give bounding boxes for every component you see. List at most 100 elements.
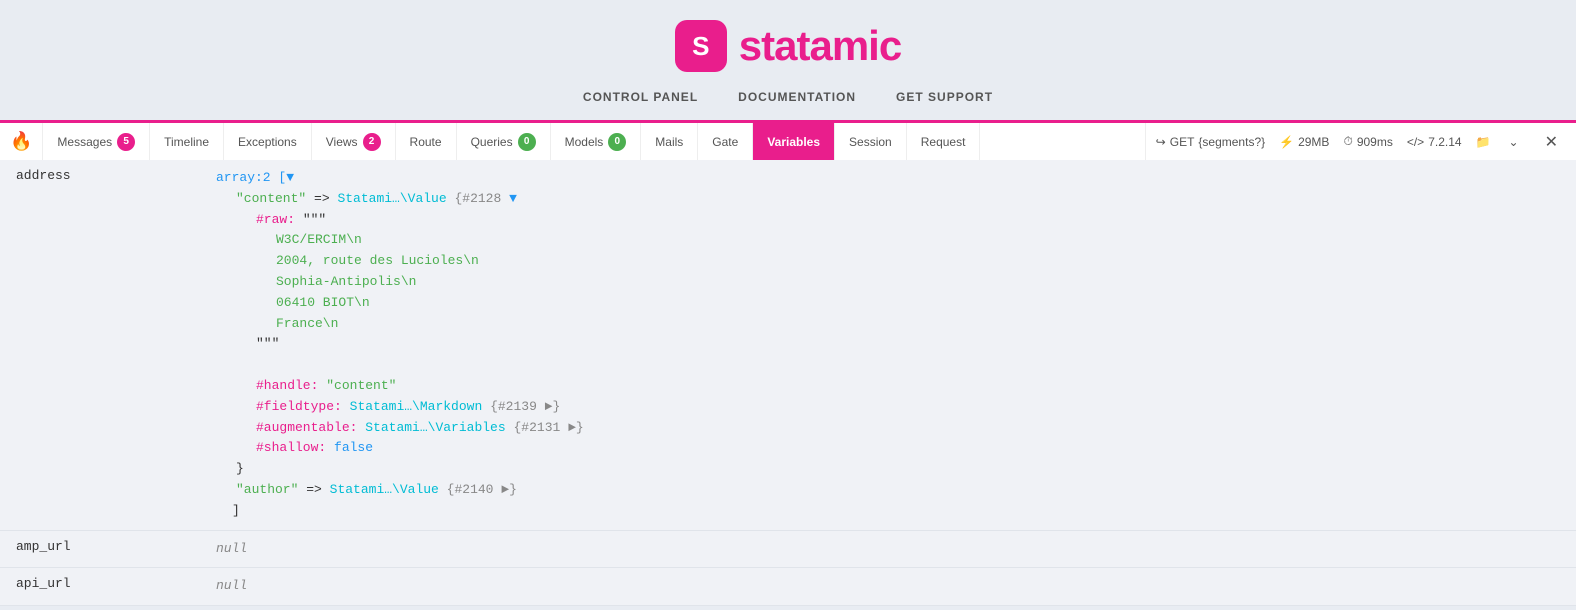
tab-route[interactable]: Route xyxy=(396,123,457,160)
raw-line-4: 06410 BIOT\n xyxy=(276,293,1560,314)
debugbar-right: ↪ GET {segments?} ⚡ 29MB ⏱ 909ms </> 7.2… xyxy=(1145,123,1576,160)
tab-mails[interactable]: Mails xyxy=(641,123,698,160)
fire-icon: 🔥 xyxy=(10,131,32,152)
content-area: address array:2 [▼ "content" => Statami…… xyxy=(0,160,1576,606)
augmentable-label: #augmentable: xyxy=(256,420,357,435)
author-id: {#2140 ►} xyxy=(447,482,517,497)
tab-request-label: Request xyxy=(921,135,966,149)
content-key: "content" xyxy=(236,191,306,206)
tab-views[interactable]: Views 2 xyxy=(312,123,396,160)
content-id: {#2128 xyxy=(454,191,509,206)
logo-icon: S xyxy=(675,20,727,72)
table-row: api_url null xyxy=(0,568,1576,606)
shallow-value: false xyxy=(334,440,373,455)
raw-open: """ xyxy=(303,212,326,227)
time-value: 909ms xyxy=(1357,135,1393,149)
version-info: </> 7.2.14 xyxy=(1407,135,1462,149)
top-nav: CONTROL PANEL DOCUMENTATION GET SUPPORT xyxy=(583,90,993,104)
logo-area: S statamic xyxy=(675,20,901,72)
table-row: amp_url null xyxy=(0,530,1576,568)
author-line: "author" => Statami…\Value {#2140 ►} xyxy=(236,480,1560,501)
tab-messages[interactable]: Messages 5 xyxy=(43,123,150,160)
folder-button[interactable]: 📁 xyxy=(1476,135,1491,149)
tab-gate[interactable]: Gate xyxy=(698,123,753,160)
tab-queries-label: Queries xyxy=(471,135,513,149)
tab-variables-label: Variables xyxy=(767,135,820,149)
author-key: "author" xyxy=(236,482,298,497)
array-close: ] xyxy=(232,501,1560,522)
tab-views-badge: 2 xyxy=(363,133,381,151)
collapse-button[interactable]: ⌄ xyxy=(1505,135,1523,149)
nav-control-panel[interactable]: CONTROL PANEL xyxy=(583,90,698,104)
handle-line: #handle: "content" xyxy=(256,376,1560,397)
nav-get-support[interactable]: GET SUPPORT xyxy=(896,90,993,104)
fire-tab[interactable]: 🔥 xyxy=(0,123,43,160)
logo-text: statamic xyxy=(739,22,901,70)
tab-queries[interactable]: Queries 0 xyxy=(457,123,551,160)
tab-request[interactable]: Request xyxy=(907,123,981,160)
tab-views-label: Views xyxy=(326,135,358,149)
nav-documentation[interactable]: DOCUMENTATION xyxy=(738,90,856,104)
tab-gate-label: Gate xyxy=(712,135,738,149)
var-key-api-url: api_url xyxy=(0,568,200,606)
tab-session-label: Session xyxy=(849,135,892,149)
tab-exceptions[interactable]: Exceptions xyxy=(224,123,312,160)
array-label: array:2 [▼ xyxy=(216,170,294,185)
close-button[interactable]: ✕ xyxy=(1537,132,1566,152)
var-value-api-url: null xyxy=(200,568,1576,606)
clock-icon: ⏱ xyxy=(1343,134,1352,149)
tab-route-label: Route xyxy=(410,135,442,149)
var-value-amp-url: null xyxy=(200,530,1576,568)
tab-models-label: Models xyxy=(565,135,604,149)
content-arrow: => xyxy=(314,191,337,206)
debugbar: 🔥 Messages 5 Timeline Exceptions Views 2… xyxy=(0,120,1576,160)
tab-timeline-label: Timeline xyxy=(164,135,209,149)
version-value: 7.2.14 xyxy=(1428,135,1461,149)
var-value-address: array:2 [▼ "content" => Statami…\Value {… xyxy=(200,160,1576,530)
memory-info: ⚡ 29MB xyxy=(1279,135,1329,149)
raw-line-3: Sophia-Antipolis\n xyxy=(276,272,1560,293)
time-info: ⏱ 909ms xyxy=(1343,134,1392,149)
tab-models-badge: 0 xyxy=(608,133,626,151)
handle-label: #handle: xyxy=(256,378,318,393)
fieldtype-line: #fieldtype: Statami…\Markdown {#2139 ►} xyxy=(256,397,1560,418)
variables-table: address array:2 [▼ "content" => Statami…… xyxy=(0,160,1576,606)
raw-line-5: France\n xyxy=(276,314,1560,335)
chevron-down-icon: ⌄ xyxy=(1509,135,1519,149)
tab-timeline[interactable]: Timeline xyxy=(150,123,224,160)
augmentable-line: #augmentable: Statami…\Variables {#2131 … xyxy=(256,418,1560,439)
augmentable-id: {#2131 ►} xyxy=(513,420,583,435)
memory-icon: ⚡ xyxy=(1279,135,1294,149)
raw-label-line: #raw: """ xyxy=(256,210,1560,231)
table-row: address array:2 [▼ "content" => Statami…… xyxy=(0,160,1576,530)
http-method: GET xyxy=(1170,135,1195,149)
content-class: Statami…\Value xyxy=(337,191,446,206)
route-pattern: {segments?} xyxy=(1198,135,1265,149)
fieldtype-label: #fieldtype: xyxy=(256,399,342,414)
tab-exceptions-label: Exceptions xyxy=(238,135,297,149)
fieldtype-id: {#2139 ►} xyxy=(490,399,560,414)
author-arrow: => xyxy=(306,482,329,497)
raw-label: #raw: xyxy=(256,212,295,227)
tab-messages-label: Messages xyxy=(57,135,112,149)
code-icon: </> xyxy=(1407,135,1424,149)
raw-line-1: W3C/ERCIM\n xyxy=(276,230,1560,251)
handle-value: "content" xyxy=(326,378,396,393)
route-info: ↪ GET {segments?} xyxy=(1156,135,1265,149)
memory-value: 29MB xyxy=(1298,135,1329,149)
api-url-value: null xyxy=(216,578,247,593)
author-class: Statami…\Value xyxy=(330,482,439,497)
tab-models[interactable]: Models 0 xyxy=(551,123,642,160)
arrow-right-icon: ↪ xyxy=(1156,135,1166,149)
tab-mails-label: Mails xyxy=(655,135,683,149)
raw-line-2: 2004, route des Lucioles\n xyxy=(276,251,1560,272)
close-brace: } xyxy=(236,459,1560,480)
debugbar-tabs: Messages 5 Timeline Exceptions Views 2 R… xyxy=(43,123,1144,160)
tab-session[interactable]: Session xyxy=(835,123,907,160)
tab-queries-badge: 0 xyxy=(518,133,536,151)
var-key-address: address xyxy=(0,160,200,530)
top-header: S statamic CONTROL PANEL DOCUMENTATION G… xyxy=(0,0,1576,120)
shallow-label: #shallow: xyxy=(256,440,326,455)
tab-variables[interactable]: Variables xyxy=(753,123,835,160)
augmentable-class: Statami…\Variables xyxy=(365,420,505,435)
